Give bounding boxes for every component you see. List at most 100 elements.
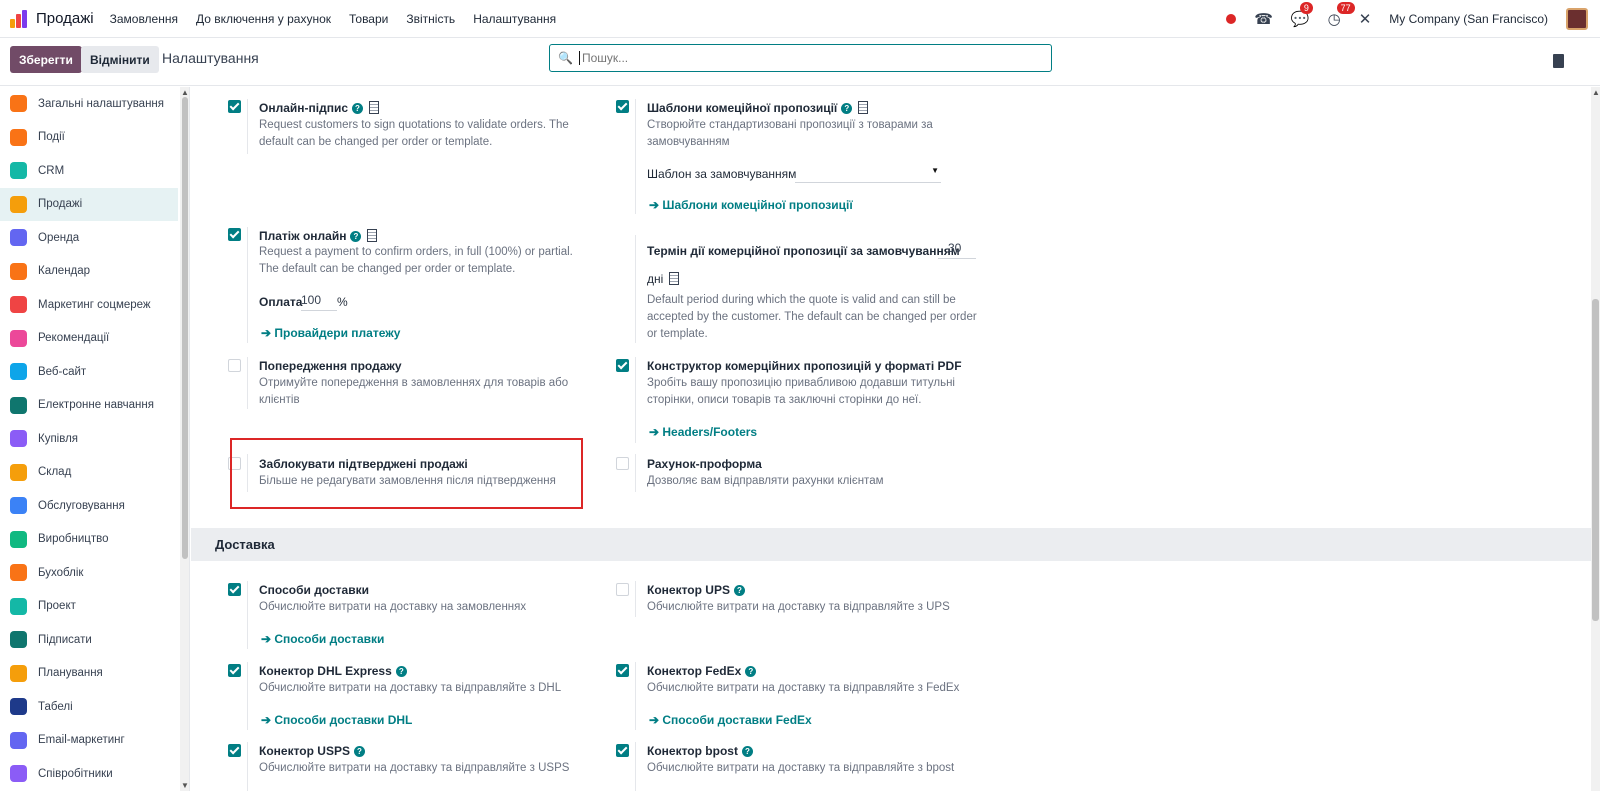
- help-icon[interactable]: ?: [733, 585, 745, 596]
- lock-orders-checkbox[interactable]: [228, 457, 241, 470]
- sidebar-item[interactable]: Продажі: [0, 187, 178, 221]
- desc-line: or template.: [647, 328, 708, 340]
- sidebar-item[interactable]: Веб-сайт: [0, 355, 178, 389]
- sidebar-item[interactable]: Загальні налаштування: [0, 87, 178, 121]
- payment-percent-input[interactable]: 100: [301, 293, 337, 311]
- sidebar-item[interactable]: Планування: [0, 657, 178, 691]
- sidebar-item[interactable]: Бухоблік: [0, 556, 178, 590]
- phone-icon[interactable]: ☎: [1254, 10, 1273, 28]
- help-icon[interactable]: ?: [841, 103, 853, 114]
- help-icon[interactable]: ?: [745, 666, 757, 677]
- headers-footers-link[interactable]: ➔ Headers/Footers: [649, 425, 757, 439]
- usps-checkbox[interactable]: [228, 744, 241, 757]
- pdf-builder-checkbox[interactable]: [616, 359, 629, 372]
- menu-products[interactable]: Товари: [349, 12, 388, 26]
- menu-orders[interactable]: Замовлення: [110, 12, 178, 26]
- ups-checkbox[interactable]: [616, 583, 629, 596]
- sidebar-item[interactable]: CRM: [0, 154, 178, 188]
- discard-button[interactable]: Відмінити: [81, 46, 159, 73]
- link-text: Провайдери платежу: [274, 326, 401, 340]
- activities-clock-icon[interactable]: ◷ 77: [1328, 2, 1355, 28]
- quote-templates-link[interactable]: ➔ Шаблони комеційної пропозиції: [649, 198, 853, 212]
- divider: [247, 99, 248, 154]
- sidebar-scrollbar[interactable]: ▲ ▼: [180, 87, 189, 791]
- search-input[interactable]: [578, 51, 1019, 65]
- search-box[interactable]: 🔍: [549, 44, 1052, 72]
- sale-warnings-checkbox[interactable]: [228, 359, 241, 372]
- debug-tools-icon[interactable]: ✕: [1359, 10, 1372, 28]
- scroll-up-icon[interactable]: ▲: [1592, 88, 1600, 97]
- company-setting-icon: [858, 101, 869, 114]
- help-icon[interactable]: ?: [395, 666, 407, 677]
- sidebar-item-label: Події: [38, 131, 65, 144]
- sidebar-item[interactable]: Email-маркетинг: [0, 724, 178, 758]
- sidebar-item[interactable]: Події: [0, 121, 178, 155]
- online-payment-checkbox[interactable]: [228, 228, 241, 241]
- sidebar-item-label: Бухоблік: [38, 566, 84, 579]
- website-icon: [10, 363, 27, 381]
- delivery-methods-desc: Обчислюйте витрати на доставку на замовл…: [259, 601, 527, 613]
- sidebar-item[interactable]: Виробництво: [0, 523, 178, 557]
- content-scrollbar[interactable]: ▲: [1591, 87, 1600, 791]
- fedex-methods-link[interactable]: ➔ Способи доставки FedEx: [649, 713, 812, 727]
- delivery-methods-link[interactable]: ➔ Способи доставки: [261, 632, 384, 646]
- menu-configuration[interactable]: Налаштування: [473, 12, 556, 26]
- payment-providers-link[interactable]: ➔ Провайдери платежу: [261, 326, 400, 340]
- app-name[interactable]: Продажі: [36, 10, 94, 27]
- sidebar-item[interactable]: Оренда: [0, 221, 178, 255]
- online-signature-checkbox[interactable]: [228, 100, 241, 113]
- proforma-desc: Дозволяє вам відправляти рахунки клієнта…: [647, 475, 884, 487]
- quote-templates-checkbox[interactable]: [616, 100, 629, 113]
- sidebar-item[interactable]: Проект: [0, 590, 178, 624]
- sidebar-item[interactable]: Календар: [0, 255, 178, 289]
- sales-app-icon[interactable]: [10, 9, 28, 28]
- sidebar-item-label: Співробітники: [38, 767, 113, 780]
- help-icon[interactable]: ?: [352, 103, 363, 114]
- company-setting-icon: [367, 229, 378, 242]
- sidebar-item[interactable]: Купівля: [0, 422, 178, 456]
- inventory-icon: [10, 463, 27, 481]
- sidebar-item[interactable]: Обслуговування: [0, 489, 178, 523]
- delivery-methods-title: Способи доставки: [259, 583, 369, 597]
- fedex-checkbox[interactable]: [616, 664, 629, 677]
- menu-to-invoice[interactable]: До включення у рахунок: [196, 12, 331, 26]
- quote-validity-input[interactable]: 30: [938, 241, 976, 259]
- sidebar-scroll-thumb[interactable]: [182, 97, 188, 559]
- save-button[interactable]: Зберегти: [10, 46, 82, 73]
- quote-validity-desc: Default period during which the quote is…: [647, 292, 977, 343]
- delivery-methods-checkbox[interactable]: [228, 583, 241, 596]
- days-unit: дні: [647, 272, 664, 286]
- company-switcher[interactable]: My Company (San Francisco): [1389, 12, 1548, 26]
- sidebar-item-label: Рекомендації: [38, 332, 110, 345]
- documentation-icon[interactable]: [1553, 54, 1564, 68]
- dhl-methods-link[interactable]: ➔ Способи доставки DHL: [261, 713, 412, 727]
- menu-reporting[interactable]: Звітність: [406, 12, 455, 26]
- recording-indicator-icon[interactable]: [1226, 14, 1237, 24]
- divider: [247, 581, 248, 649]
- sidebar-item[interactable]: Склад: [0, 456, 178, 490]
- sidebar-item[interactable]: Електронне навчання: [0, 389, 178, 423]
- online-payment-title: Платіж онлайн?: [259, 229, 378, 243]
- content-scroll-thumb[interactable]: [1592, 299, 1599, 621]
- desc-line: замовчуванням: [647, 136, 730, 148]
- user-avatar[interactable]: [1566, 8, 1588, 30]
- sidebar-item-label: Обслуговування: [38, 499, 125, 512]
- help-icon[interactable]: ?: [741, 746, 753, 757]
- scroll-up-icon[interactable]: ▲: [181, 88, 189, 97]
- quote-templates-desc: Створюйте стандартизовані пропозиції з т…: [647, 117, 933, 151]
- scroll-down-icon[interactable]: ▼: [181, 781, 189, 790]
- sidebar-item[interactable]: Підписати: [0, 623, 178, 657]
- sidebar-item[interactable]: Маркетинг соцмереж: [0, 288, 178, 322]
- proforma-checkbox[interactable]: [616, 457, 629, 470]
- sidebar-item[interactable]: Співробітники: [0, 757, 178, 791]
- sidebar-item[interactable]: Рекомендації: [0, 322, 178, 356]
- help-icon[interactable]: ?: [350, 231, 362, 242]
- sidebar-item[interactable]: Табелі: [0, 690, 178, 724]
- bpost-checkbox[interactable]: [616, 744, 629, 757]
- help-icon[interactable]: ?: [353, 746, 365, 757]
- default-template-select[interactable]: ▼: [795, 165, 941, 183]
- messages-icon[interactable]: 💬 9: [1291, 2, 1313, 28]
- dhl-checkbox[interactable]: [228, 664, 241, 677]
- bpost-desc: Обчислюйте витрати на доставку та відпра…: [647, 762, 955, 774]
- online-payment-desc: Request a payment to confirm orders, in …: [259, 244, 573, 278]
